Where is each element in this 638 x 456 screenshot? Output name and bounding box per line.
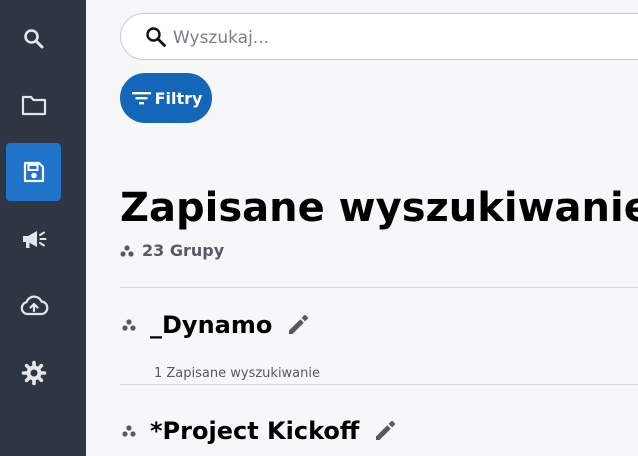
main-content: Filtry Zapisane wyszukiwanie 23 Grupy _D… (86, 0, 638, 456)
search-bar[interactable] (120, 13, 638, 60)
group-saved-count: 1 Zapisane wyszukiwanie (154, 366, 320, 381)
edit-group-button[interactable] (286, 313, 310, 337)
divider (120, 384, 638, 385)
group-name[interactable]: *Project Kickoff (150, 417, 359, 445)
filters-button-label: Filtry (154, 88, 203, 108)
group-icon (122, 319, 136, 331)
cloud-upload-icon (20, 295, 48, 316)
edit-group-button[interactable] (373, 419, 397, 443)
group-count: 23 Grupy (120, 241, 224, 260)
sidebar-item-settings[interactable] (6, 344, 61, 402)
sidebar-item-upload[interactable] (6, 277, 61, 335)
gear-icon (21, 360, 46, 386)
megaphone-icon (22, 231, 46, 248)
search-input[interactable] (171, 22, 638, 54)
filters-button[interactable]: Filtry (120, 73, 212, 123)
divider (120, 287, 638, 288)
group-count-label: 23 Grupy (142, 241, 225, 260)
app-window: Filtry Zapisane wyszukiwanie 23 Grupy _D… (0, 0, 638, 456)
group-name[interactable]: _Dynamo (150, 311, 272, 339)
pencil-icon (289, 315, 309, 334)
group-icon (122, 425, 136, 437)
group-icon (120, 244, 134, 257)
group-row[interactable]: _Dynamo (120, 311, 310, 339)
pencil-icon (376, 421, 396, 440)
search-icon (146, 27, 166, 47)
sidebar-item-search[interactable] (6, 10, 61, 68)
group-row[interactable]: *Project Kickoff (120, 417, 397, 445)
filter-icon (131, 92, 151, 105)
folder-icon (21, 95, 46, 116)
sidebar-item-folders[interactable] (6, 76, 61, 134)
search-icon (23, 29, 43, 49)
page-title: Zapisane wyszukiwanie (120, 185, 638, 231)
sidebar (0, 0, 86, 456)
sidebar-item-campaigns[interactable] (6, 210, 61, 268)
sidebar-item-saved-searches[interactable] (6, 143, 61, 201)
save-icon (23, 161, 44, 183)
